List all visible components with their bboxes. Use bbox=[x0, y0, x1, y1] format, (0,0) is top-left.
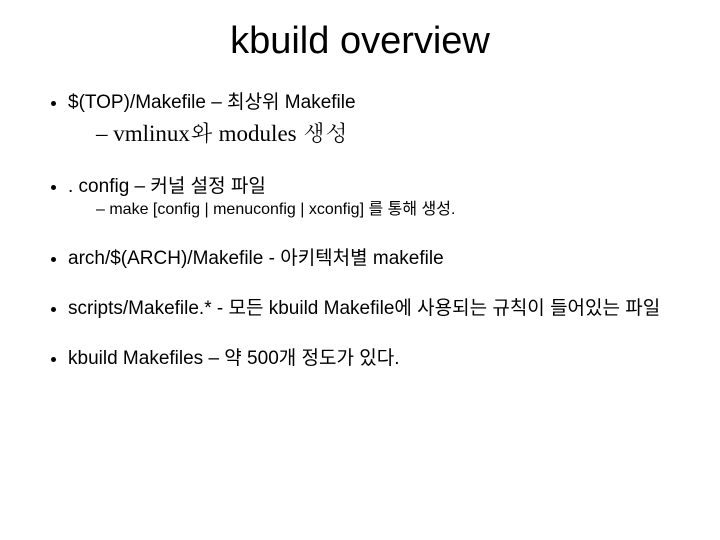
bullet-text: scripts/Makefile.* - 모든 kbuild Makefile에… bbox=[68, 298, 660, 319]
bullet-item-4: scripts/Makefile.* - 모든 kbuild Makefile에… bbox=[68, 297, 680, 321]
bullet-text: kbuild Makefiles – 약 500개 정도가 있다. bbox=[68, 348, 399, 369]
bullet-item-2: . config – 커널 설정 파일 make [config | menuc… bbox=[68, 175, 680, 222]
bullet-list: $(TOP)/Makefile – 최상위 Makefile vmlinux와 … bbox=[40, 91, 680, 370]
sub-list: vmlinux와 modules 생성 bbox=[68, 119, 680, 149]
bullet-text: arch/$(ARCH)/Makefile - 아키텍처별 makefile bbox=[68, 248, 444, 269]
bullet-item-3: arch/$(ARCH)/Makefile - 아키텍처별 makefile bbox=[68, 247, 680, 271]
slide-title: kbuild overview bbox=[40, 20, 680, 63]
bullet-text: . config – 커널 설정 파일 bbox=[68, 176, 266, 197]
bullet-text: $(TOP)/Makefile – 최상위 Makefile bbox=[68, 92, 356, 113]
sub-list: make [config | menuconfig | xconfig] 를 통… bbox=[68, 200, 680, 221]
sub-item-small: make [config | menuconfig | xconfig] 를 통… bbox=[96, 200, 680, 221]
bullet-item-5: kbuild Makefiles – 약 500개 정도가 있다. bbox=[68, 347, 680, 371]
slide: kbuild overview $(TOP)/Makefile – 최상위 Ma… bbox=[0, 0, 720, 540]
sub-item-serif: vmlinux와 modules 생성 bbox=[96, 119, 680, 149]
bullet-item-1: $(TOP)/Makefile – 최상위 Makefile vmlinux와 … bbox=[68, 91, 680, 149]
